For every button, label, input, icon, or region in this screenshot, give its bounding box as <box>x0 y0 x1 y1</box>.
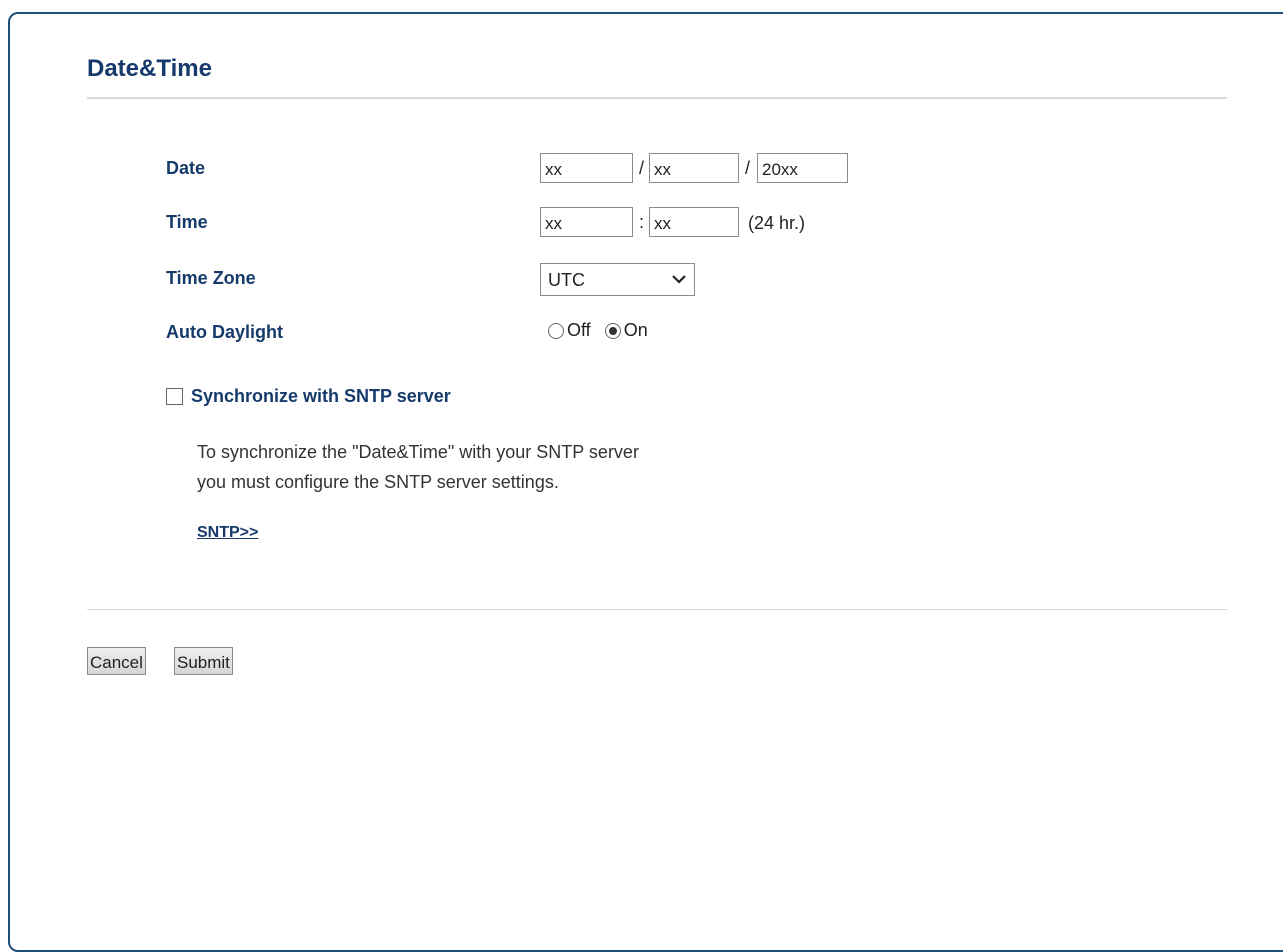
time-format-hint: (24 hr.) <box>748 213 806 233</box>
date-year-input[interactable]: 20xx <box>757 153 848 183</box>
sntp-sync-checkbox[interactable] <box>166 388 183 405</box>
auto-daylight-off-label[interactable]: Off <box>567 320 591 341</box>
date-month-input[interactable]: xx <box>540 153 633 183</box>
cancel-button[interactable]: Cancel <box>87 647 146 675</box>
date-separator-2: / <box>745 158 751 178</box>
time-separator: : <box>639 212 645 232</box>
sntp-note-line-1: To synchronize the "Date&Time" with your… <box>197 442 639 462</box>
date-separator-1: / <box>639 158 645 178</box>
time-zone-selected-value: UTC <box>548 270 585 290</box>
submit-button[interactable]: Submit <box>174 647 233 675</box>
date-day-input[interactable]: xx <box>649 153 739 183</box>
chevron-down-icon <box>672 275 686 284</box>
auto-daylight-on-label[interactable]: On <box>624 320 648 341</box>
page-title: Date&Time <box>87 55 212 82</box>
sntp-sync-row: Synchronize with SNTP server <box>166 386 451 407</box>
auto-daylight-label: Auto Daylight <box>166 322 283 342</box>
auto-daylight-off-radio[interactable] <box>548 322 564 339</box>
date-label: Date <box>166 158 206 178</box>
sntp-note: To synchronize the "Date&Time" with your… <box>197 437 639 497</box>
time-hour-input[interactable]: xx <box>540 207 633 237</box>
time-minute-input[interactable]: xx <box>649 207 739 237</box>
time-label: Time <box>166 212 208 232</box>
title-divider <box>87 97 1227 99</box>
auto-daylight-radio-group: Off On <box>548 320 662 341</box>
time-zone-select[interactable]: UTC <box>540 263 695 296</box>
sntp-note-line-2: you must configure the SNTP server setti… <box>197 472 559 492</box>
footer-divider <box>87 609 1227 610</box>
sntp-sync-label[interactable]: Synchronize with SNTP server <box>191 386 451 407</box>
time-zone-label: Time Zone <box>166 268 256 288</box>
sntp-settings-link[interactable]: SNTP>> <box>197 524 258 542</box>
auto-daylight-on-radio[interactable] <box>604 322 621 339</box>
